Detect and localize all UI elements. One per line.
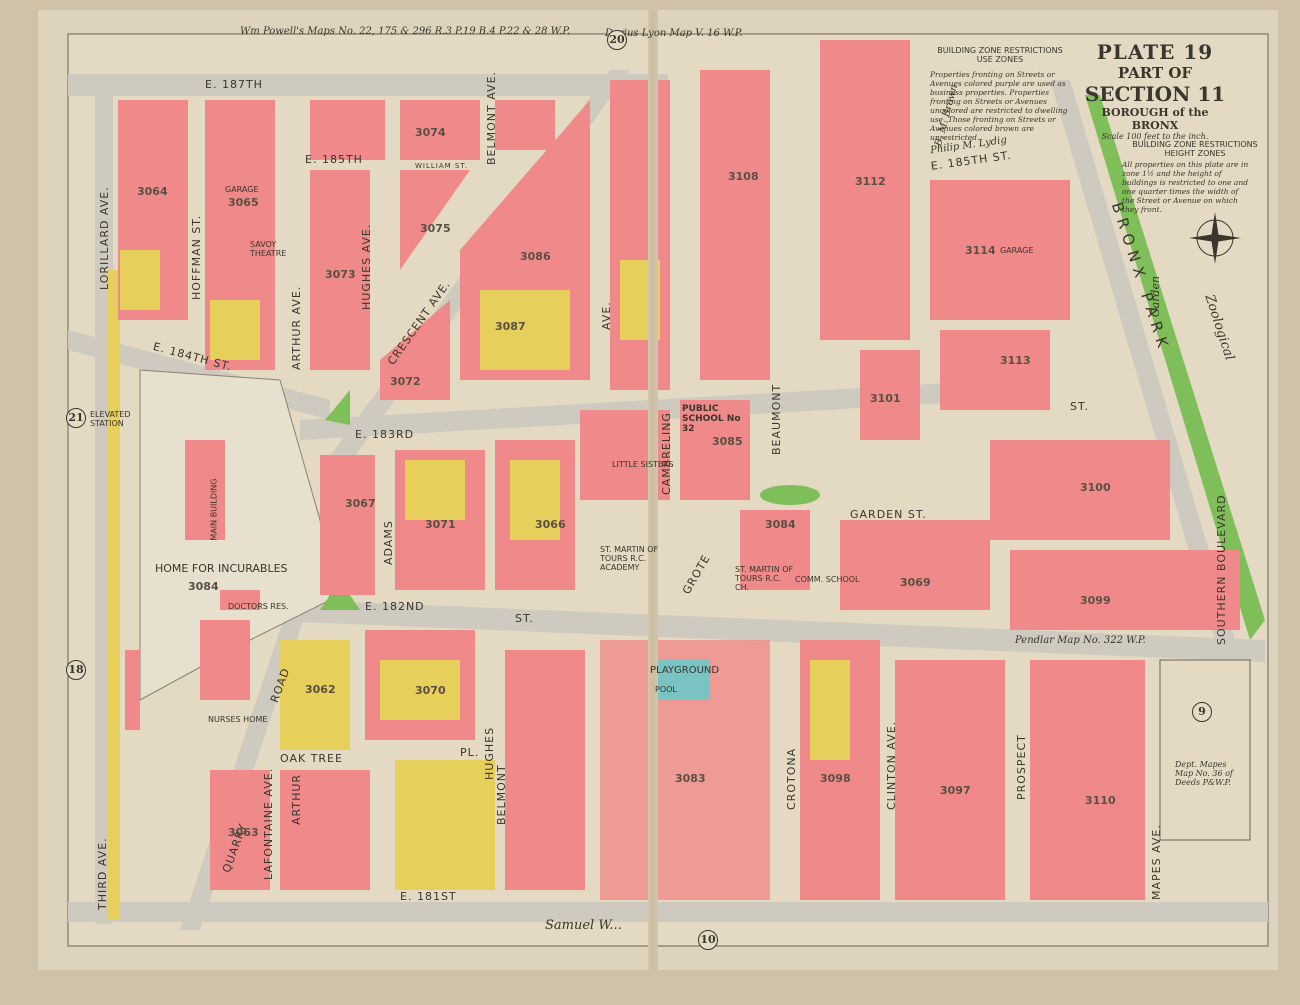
block-number: 3069 [900,576,931,589]
landmark-playground: PLAYGROUND [650,665,720,676]
street-label: PL. [460,746,480,759]
street-label: MAPES AVE. [1150,824,1163,900]
street-label: AVE. [600,301,613,330]
block-number: 3064 [137,185,168,198]
block-number: 3067 [345,497,376,510]
street-label: BEAUMONT [770,383,783,455]
part-of: PART OF [1117,64,1193,82]
street-label: HOFFMAN ST. [190,214,203,300]
block-number: 3101 [870,392,901,405]
street-label: ADAMS [382,520,395,565]
block-number: 3063 [228,826,259,839]
park-oval [760,485,820,505]
margin-note-pendlar: Pendlar Map No. 322 W.P. [1015,635,1146,646]
height-zones-text: All properties on this plate are in zone… [1122,160,1249,214]
legend-heading: BUILDING ZONE RESTRICTIONS [937,46,1063,55]
legend-sub: USE ZONES [976,55,1024,64]
legend-heading: BUILDING ZONE RESTRICTIONS [1132,140,1258,149]
street-label: THIRD AVE. [96,837,109,910]
section: SECTION 11 [1084,82,1226,106]
block-number: 3072 [390,375,421,388]
adjacent-plate-link[interactable]: 21 [66,408,86,428]
street-label: ARTHUR [290,773,303,825]
street-label: SOUTHERN BOULEVARD [1215,494,1228,645]
landmark-nurses-home: NURSES HOME [208,715,268,724]
block-number: 3112 [855,175,886,188]
book-binding [648,10,658,970]
landmark-public-school: PUBLIC SCHOOL No 32 [682,404,741,434]
landmark-main-building: MAIN BUILDING [209,478,219,541]
street-label: ARTHUR AVE. [290,285,303,370]
block-number: 3099 [1080,594,1111,607]
legend-sub: HEIGHT ZONES [1164,149,1226,158]
street-label: CLINTON AVE. [885,720,898,810]
landmark-elevated-station: ELEVATED STATION [90,410,131,428]
height-zones-legend: BUILDING ZONE RESTRICTIONS HEIGHT ZONES [1120,140,1270,158]
street-label: BELMONT AVE. [485,70,498,165]
landmark-savoy-theatre: SAVOY THEATRE [250,240,287,258]
borough: BOROUGH of the BRONX [1101,106,1209,132]
street-label: E. 182ND [365,600,425,613]
adjacent-plate-link[interactable]: 20 [607,30,627,50]
block-number: 3073 [325,268,356,281]
block-number: 3084 [188,580,219,593]
park-label: Garden [1149,275,1163,318]
block-number: 3108 [728,170,759,183]
landmark-church: ST. MARTIN OF TOURS R.C. CH. [735,565,794,592]
landmark-home-for-incurables: HOME FOR INCURABLES [155,562,288,575]
street-label: LAFONTAINE AVE. [262,767,275,880]
street-label: E. 183RD [355,428,415,441]
landmark-garage: GARAGE [1000,246,1034,255]
plate-number: PLATE 19 [1096,40,1214,64]
block-number: 3062 [305,683,336,696]
block-number: 3071 [425,518,456,531]
margin-note-mapes: Dept. Mapes Map No. 36 of Deeds P&W.P. [1175,760,1233,787]
street-label: WILLIAM ST. [415,162,469,170]
adjacent-plate-link[interactable]: 10 [698,930,718,950]
street-label: PROSPECT [1015,734,1028,800]
landmark-academy: ST. MARTIN OF TOURS R.C. ACADEMY [600,545,659,572]
landmark-school: COMM. SCHOOL [795,575,860,584]
landmark-doctors-res: DOCTORS RES. [228,602,289,611]
margin-note-top: Wm Powell's Maps No. 22, 175 & 296 R.3 P… [240,26,571,37]
street-label: CAMBRELING [660,412,673,495]
block-number: 3086 [520,250,551,263]
block-number: 3097 [940,784,971,797]
use-zones-legend: BUILDING ZONE RESTRICTIONS USE ZONES [925,46,1075,64]
street-label: BELMONT [495,764,508,825]
block-number: 3075 [420,222,451,235]
block-number: 3085 [712,435,743,448]
block-number: 3100 [1080,481,1111,494]
title-block: PLATE 19 PART OF SECTION 11 BOROUGH of t… [1080,40,1230,141]
landmark-little-sisters: LITTLE SISTERS [612,460,674,469]
street-label: CROTONA [785,747,798,810]
street-label: E. 185TH [305,153,363,166]
street-label: LORILLARD AVE. [98,186,111,290]
block-number: 3074 [415,126,446,139]
street-label: ST. [1070,400,1089,413]
block-number: 3070 [415,684,446,697]
block-number: 3087 [495,320,526,333]
landmark-pool: POOL [655,685,677,694]
margin-note-bottom: Samuel W... [545,918,622,933]
block-number: 3110 [1085,794,1116,807]
block-number: 3083 [675,772,706,785]
landmark-garage: GARAGE [225,185,259,194]
elevated-railway [108,270,120,920]
street-label: ST. [515,612,534,625]
block-number: 3114 [965,244,996,257]
block-number: 3113 [1000,354,1031,367]
street-label: HUGHES [483,726,496,780]
block-number: 3084 [765,518,796,531]
adjacent-plate-link[interactable]: 9 [1192,702,1212,722]
block-number: 3098 [820,772,851,785]
street-label: GARDEN ST. [850,508,927,521]
block-number: 3065 [228,196,259,209]
street-label: OAK TREE [280,752,343,765]
street-label: HUGHES AVE. [360,223,373,310]
block-number: 3066 [535,518,566,531]
street-label: E. 181ST [400,890,457,903]
adjacent-plate-link[interactable]: 18 [66,660,86,680]
street-label: E. 187TH [205,78,263,91]
